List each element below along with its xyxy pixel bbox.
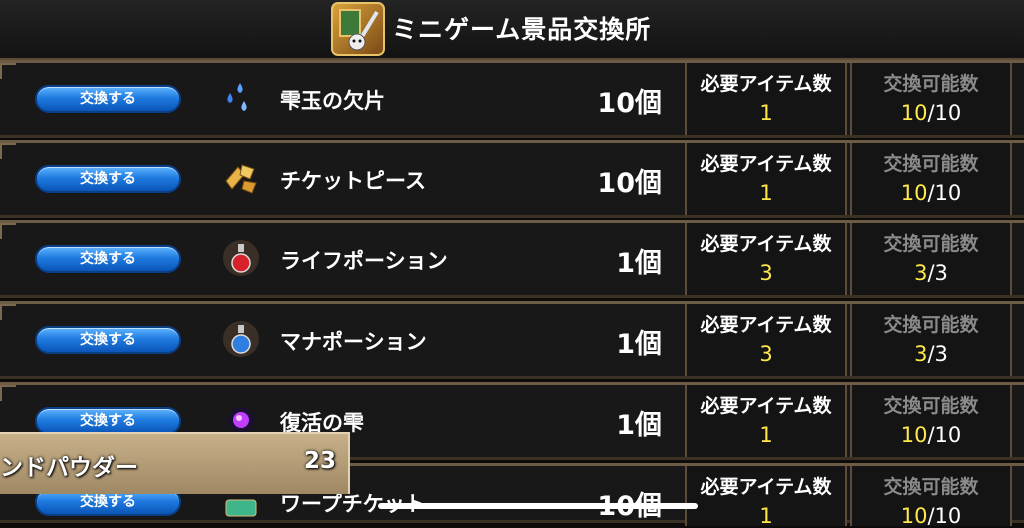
exchangeable-value: 10/10	[852, 181, 1010, 205]
frame-corner	[0, 385, 16, 401]
required-value: 1	[759, 101, 773, 125]
max-count: /10	[927, 101, 962, 125]
item-name: マナポーション	[280, 330, 427, 354]
page-title: ミニゲーム景品交換所	[392, 15, 652, 44]
exchangeable-label: 交換可能数	[883, 395, 979, 417]
required-label: 必要アイテム数	[700, 476, 832, 498]
required-items-cell: 必要アイテム数 1	[685, 63, 847, 135]
droplet-shards-icon	[222, 79, 260, 117]
exchange-button[interactable]: 交換する	[35, 165, 181, 193]
currency-toast: ンドパウダー 23	[0, 432, 350, 494]
required-value: 3	[759, 261, 773, 285]
available-count: 3	[914, 261, 928, 285]
list-item: 交換する ライフポーション 1個 必要アイテム数 3 交換可能数 3/3	[0, 220, 1024, 298]
required-items-cell: 必要アイテム数 3	[685, 304, 847, 376]
exchange-button[interactable]: 交換する	[35, 85, 181, 113]
exchangeable-cell: 交換可能数 3/3	[850, 304, 1012, 376]
exchangeable-cell: 交換可能数 10/10	[850, 466, 1012, 528]
exchangeable-cell: 交換可能数 10/10	[850, 143, 1012, 215]
exchangeable-label: 交換可能数	[883, 476, 979, 498]
exchangeable-cell: 交換可能数 10/10	[850, 63, 1012, 135]
required-value: 1	[759, 181, 773, 205]
exchangeable-value: 3/3	[852, 342, 1010, 366]
item-quantity: 1個	[616, 329, 662, 360]
exchangeable-value: 10/10	[852, 504, 1010, 528]
available-count: 10	[900, 181, 928, 205]
blue-potion-icon	[222, 320, 260, 358]
available-count: 3	[914, 342, 928, 366]
item-name: ライフポーション	[280, 249, 448, 273]
frame-corner	[0, 223, 16, 239]
exchangeable-cell: 交換可能数 10/10	[850, 385, 1012, 457]
required-value: 1	[759, 504, 773, 528]
required-label: 必要アイテム数	[700, 395, 832, 417]
exchange-button[interactable]: 交換する	[35, 407, 181, 435]
frame-corner	[0, 143, 16, 159]
required-items-cell: 必要アイテム数 1	[685, 466, 847, 528]
exchangeable-label: 交換可能数	[883, 153, 979, 175]
exchangeable-label: 交換可能数	[883, 314, 979, 336]
minigame-emblem-icon	[331, 2, 385, 56]
max-count: /10	[927, 181, 962, 205]
max-count: /10	[927, 504, 962, 528]
available-count: 10	[900, 504, 928, 528]
item-quantity: 1個	[616, 410, 662, 441]
required-value: 3	[759, 342, 773, 366]
item-name: チケットピース	[280, 169, 426, 193]
home-indicator[interactable]	[378, 503, 698, 509]
exchangeable-value: 3/3	[852, 261, 1010, 285]
exchangeable-label: 交換可能数	[883, 233, 979, 255]
max-count: /3	[927, 261, 948, 285]
list-item: 交換する マナポーション 1個 必要アイテム数 3 交換可能数 3/3	[0, 301, 1024, 379]
frame-corner	[0, 63, 16, 79]
exchangeable-value: 10/10	[852, 423, 1010, 447]
exchangeable-label: 交換可能数	[883, 73, 979, 95]
required-items-cell: 必要アイテム数 1	[685, 143, 847, 215]
exchange-button[interactable]: 交換する	[35, 245, 181, 273]
max-count: /3	[927, 342, 948, 366]
header-bar: ミニゲーム景品交換所	[0, 0, 1024, 60]
list-item: 交換する チケットピース 10個 必要アイテム数 1 交換可能数 10/10	[0, 140, 1024, 218]
required-items-cell: 必要アイテム数 3	[685, 223, 847, 295]
required-label: 必要アイテム数	[700, 233, 832, 255]
ticket-piece-icon	[222, 159, 260, 197]
red-potion-icon	[222, 239, 260, 277]
required-label: 必要アイテム数	[700, 73, 832, 95]
frame-corner	[0, 304, 16, 320]
exchange-button[interactable]: 交換する	[35, 326, 181, 354]
currency-name: ンドパウダー	[0, 455, 138, 481]
required-value: 1	[759, 423, 773, 447]
max-count: /10	[927, 423, 962, 447]
item-quantity: 10個	[597, 168, 662, 199]
required-label: 必要アイテム数	[700, 314, 832, 336]
item-quantity: 10個	[597, 88, 662, 119]
available-count: 10	[900, 101, 928, 125]
available-count: 10	[900, 423, 928, 447]
item-quantity: 1個	[616, 248, 662, 279]
list-item: 交換する 雫玉の欠片 10個 必要アイテム数 1 交換可能数 10/10	[0, 60, 1024, 138]
exchangeable-cell: 交換可能数 3/3	[850, 223, 1012, 295]
item-name: 雫玉の欠片	[280, 89, 385, 113]
currency-count: 23	[303, 448, 336, 474]
required-label: 必要アイテム数	[700, 153, 832, 175]
exchangeable-value: 10/10	[852, 101, 1010, 125]
required-items-cell: 必要アイテム数 1	[685, 385, 847, 457]
